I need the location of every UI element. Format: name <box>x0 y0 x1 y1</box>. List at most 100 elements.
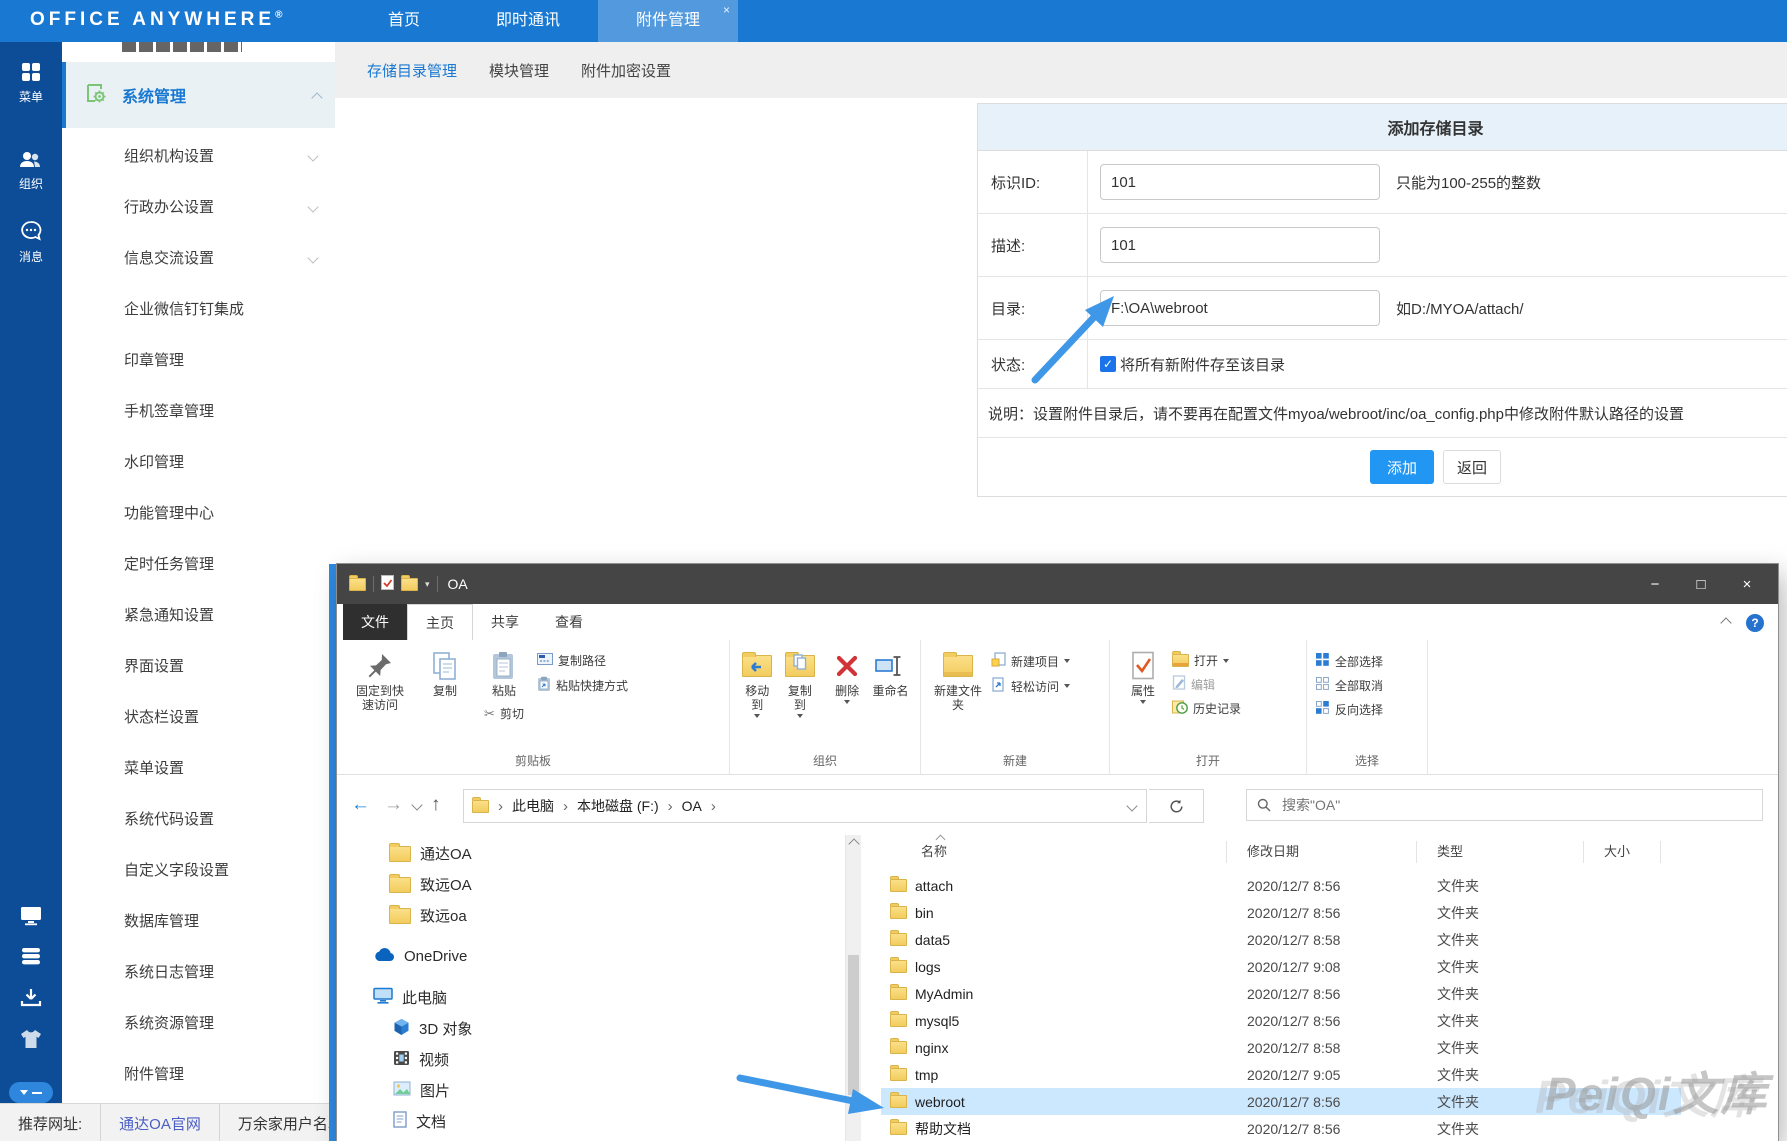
tree-item-tongda-oa[interactable]: 通达OA <box>337 838 845 869</box>
description-input[interactable] <box>1100 227 1380 263</box>
tab-close-icon[interactable]: × <box>723 4 730 16</box>
history-dropdown-icon[interactable] <box>411 799 422 810</box>
tree-item-this-pc[interactable]: 此电脑 <box>337 982 845 1013</box>
tree-item-videos[interactable]: 视频 <box>337 1044 845 1075</box>
sidebar-item-mobile-signature[interactable]: 手机签章管理 <box>62 385 335 436</box>
open-button[interactable]: 打开 <box>1172 652 1241 669</box>
status-checkbox[interactable]: ✓ <box>1100 356 1116 372</box>
delete-button[interactable]: 删除 <box>829 646 865 752</box>
cut-button[interactable]: ✂ 剪切 <box>484 705 524 722</box>
tree-item-documents[interactable]: 文档 <box>337 1106 845 1137</box>
copy-button[interactable]: 复制 <box>419 646 471 752</box>
properties-button[interactable]: 属性 <box>1118 646 1168 752</box>
invert-selection-button[interactable]: 反向选择 <box>1315 700 1383 718</box>
sidebar-item-emergency-notice[interactable]: 紧急通知设置 <box>62 589 335 640</box>
pin-to-quick-access-button[interactable]: 固定到快速访问 <box>345 646 415 752</box>
sidebar-item-info-exchange[interactable]: 信息交流设置 <box>62 232 335 283</box>
menu-scrollbar[interactable] <box>329 564 336 1141</box>
rename-button[interactable]: 重命名 <box>869 646 912 752</box>
sidebar-item-watermark[interactable]: 水印管理 <box>62 436 335 487</box>
rail-item-menu[interactable]: 菜单 <box>0 60 62 105</box>
rail-item-messages[interactable]: 消息 <box>0 218 62 265</box>
tree-item-pictures[interactable]: 图片 <box>337 1075 845 1106</box>
tab-instant-messaging[interactable]: 即时通讯 <box>458 0 598 42</box>
tongda-official-link[interactable]: 通达OA官网 <box>101 1104 220 1141</box>
sidebar-item-attachment-management[interactable]: 附件管理 <box>62 1048 335 1099</box>
breadcrumb-oa[interactable]: OA <box>682 798 702 814</box>
subtab-storage-directory[interactable]: 存储目录管理 <box>367 60 457 81</box>
tab-home[interactable]: 首页 <box>350 0 458 42</box>
maximize-button[interactable]: □ <box>1678 564 1724 604</box>
sidebar-item-database[interactable]: 数据库管理 <box>62 895 335 946</box>
back-button[interactable]: 返回 <box>1443 450 1501 484</box>
sidebar-item-system-resources[interactable]: 系统资源管理 <box>62 997 335 1048</box>
id-input[interactable] <box>1100 164 1380 200</box>
tab-attachment-management[interactable]: 附件管理 × <box>598 0 738 42</box>
search-input[interactable] <box>1280 796 1724 814</box>
breadcrumb[interactable]: › 此电脑 › 本地磁盘 (F:) › OA › <box>463 789 1147 823</box>
file-row-webroot[interactable]: webroot2020/12/7 8:56文件夹 <box>881 1088 1681 1115</box>
ribbon-tab-file[interactable]: 文件 <box>343 604 407 640</box>
search-box[interactable] <box>1246 789 1763 821</box>
column-size[interactable]: 大小 <box>1584 841 1661 863</box>
sidebar-item-interface-settings[interactable]: 界面设置 <box>62 640 335 691</box>
tree-item-onedrive[interactable]: OneDrive <box>337 941 845 972</box>
newfolder-quick-icon[interactable] <box>401 578 418 591</box>
sidebar-item-scheduled-tasks[interactable]: 定时任务管理 <box>62 538 335 589</box>
sidebar-item-wechat-dingtalk[interactable]: 企业微信钉钉集成 <box>62 283 335 334</box>
sidebar-header-system-management[interactable]: 系统管理 <box>62 62 335 128</box>
explorer-titlebar[interactable]: ▾ OA − □ × <box>337 564 1778 604</box>
copy-path-button[interactable]: 复制路径 <box>537 652 628 669</box>
paste-button[interactable]: 粘贴 <box>488 646 520 700</box>
qat-dropdown-icon[interactable]: ▾ <box>425 579 430 590</box>
move-to-button[interactable]: 移动到 <box>738 646 777 752</box>
file-row-help-docs[interactable]: 帮助文档2020/12/7 8:56文件夹 <box>881 1115 1681 1141</box>
sidebar-item-seal-management[interactable]: 印章管理 <box>62 334 335 385</box>
rail-collapse-pill[interactable] <box>9 1082 53 1103</box>
column-type[interactable]: 类型 <box>1417 841 1584 863</box>
rail-item-download[interactable] <box>0 987 62 1009</box>
collapse-chevron-icon[interactable] <box>311 92 322 103</box>
file-row-bin[interactable]: bin2020/12/7 8:56文件夹 <box>881 899 1681 926</box>
sidebar-item-function-center[interactable]: 功能管理中心 <box>62 487 335 538</box>
select-none-button[interactable]: 全部取消 <box>1315 676 1383 694</box>
easy-access-button[interactable]: 轻松访问 <box>991 677 1070 695</box>
close-button[interactable]: × <box>1724 564 1770 604</box>
subtab-module-management[interactable]: 模块管理 <box>489 60 549 81</box>
file-row-logs[interactable]: logs2020/12/7 9:08文件夹 <box>881 953 1681 980</box>
help-icon[interactable]: ? <box>1746 614 1764 632</box>
file-row-myadmin[interactable]: MyAdmin2020/12/7 8:56文件夹 <box>881 980 1681 1007</box>
tree-item-zhiyuan-oa[interactable]: 致远OA <box>337 869 845 900</box>
file-row-attach[interactable]: attach2020/12/7 8:56文件夹 <box>881 872 1681 899</box>
tree-item-3d-objects[interactable]: 3D 对象 <box>337 1013 845 1044</box>
ribbon-tab-share[interactable]: 共享 <box>473 604 537 640</box>
properties-quick-icon[interactable] <box>381 575 394 594</box>
forward-arrow-icon[interactable]: → <box>384 794 403 816</box>
file-row-tmp[interactable]: tmp2020/12/7 9:05文件夹 <box>881 1061 1681 1088</box>
rail-item-theme[interactable] <box>0 1027 62 1051</box>
sidebar-item-system-code[interactable]: 系统代码设置 <box>62 793 335 844</box>
ribbon-tab-home[interactable]: 主页 <box>407 604 473 640</box>
paste-shortcut-button[interactable]: 粘贴快捷方式 <box>537 676 628 695</box>
breadcrumb-this-pc[interactable]: 此电脑 <box>512 796 554 816</box>
sidebar-item-statusbar-settings[interactable]: 状态栏设置 <box>62 691 335 742</box>
select-all-button[interactable]: 全部选择 <box>1315 652 1383 670</box>
sidebar-item-org-structure[interactable]: 组织机构设置 <box>62 130 335 181</box>
copy-to-button[interactable]: 复制到 <box>781 646 820 752</box>
address-dropdown-icon[interactable] <box>1126 800 1137 811</box>
file-row-mysql5[interactable]: mysql52020/12/7 8:56文件夹 <box>881 1007 1681 1034</box>
new-folder-button[interactable]: 新建文件夹 <box>929 646 987 752</box>
tree-item-zhiyuan-oa2[interactable]: 致远oa <box>337 900 845 931</box>
refresh-button[interactable] <box>1149 789 1204 823</box>
file-row-nginx[interactable]: nginx2020/12/7 8:58文件夹 <box>881 1034 1681 1061</box>
add-button[interactable]: 添加 <box>1370 450 1434 484</box>
ribbon-tab-view[interactable]: 查看 <box>537 604 601 640</box>
sidebar-item-menu-settings[interactable]: 菜单设置 <box>62 742 335 793</box>
directory-input[interactable] <box>1100 290 1380 326</box>
up-arrow-icon[interactable]: ↑ <box>431 794 441 816</box>
column-name[interactable]: 名称 <box>881 841 1227 863</box>
edit-button[interactable]: 编辑 <box>1172 675 1241 693</box>
breadcrumb-local-disk-f[interactable]: 本地磁盘 (F:) <box>577 796 659 816</box>
subtab-attachment-encryption[interactable]: 附件加密设置 <box>581 60 671 81</box>
new-item-button[interactable]: 新建项目 <box>991 652 1070 670</box>
